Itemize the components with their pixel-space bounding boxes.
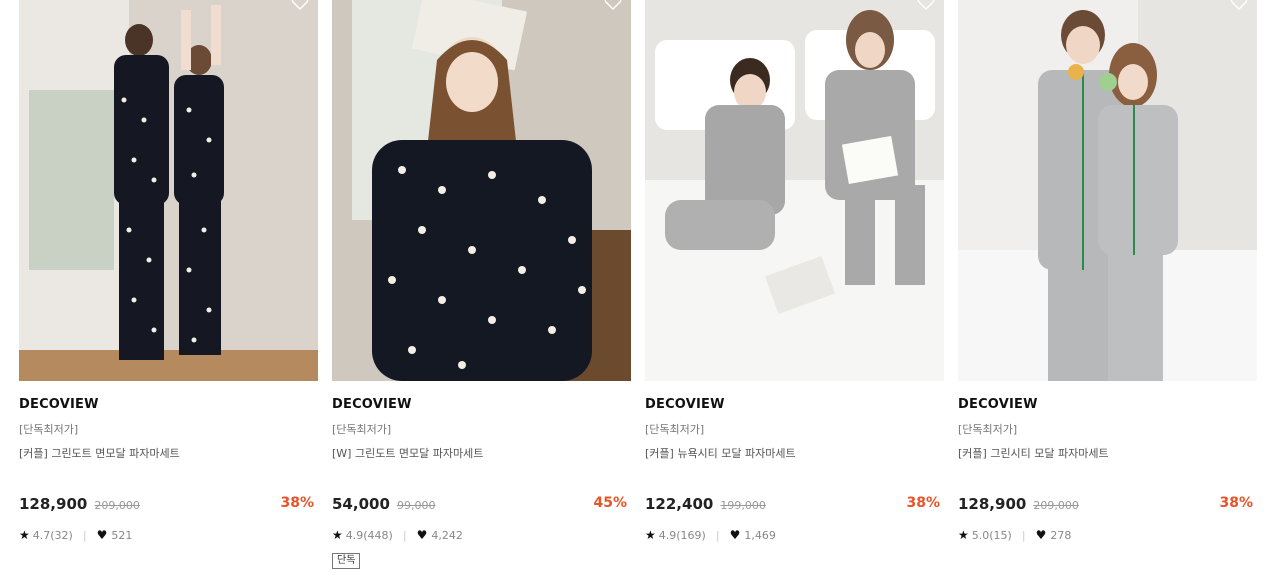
- wishlist-heart-icon[interactable]: [1229, 0, 1249, 12]
- price-row: 122,400 199,000 38%: [645, 494, 944, 514]
- product-tag: [단독최저가]: [958, 423, 1018, 436]
- likes-count: 4,242: [431, 528, 463, 542]
- product-image[interactable]: [332, 0, 631, 381]
- price-row: 54,000 99,000 45%: [332, 494, 631, 514]
- star-icon: ★: [19, 528, 30, 542]
- discount-rate: 38%: [1219, 495, 1253, 511]
- sale-price: 54,000: [332, 495, 390, 513]
- product-image[interactable]: [19, 0, 318, 381]
- divider: |: [82, 528, 87, 542]
- product-name[interactable]: [커플] 뉴욕시티 모달 파자마세트: [645, 445, 944, 461]
- product-card[interactable]: DECOVIEW [단독최저가] [커플] 그린시티 모달 파자마세트 128,…: [958, 0, 1257, 543]
- likes-count: 521: [111, 528, 133, 542]
- product-name[interactable]: [커플] 그린시티 모달 파자마세트: [958, 445, 1257, 461]
- divider: |: [715, 528, 720, 542]
- sale-price: 122,400: [645, 495, 714, 513]
- product-card[interactable]: DECOVIEW [단독최저가] [커플] 그린도트 면모달 파자마세트 128…: [19, 0, 318, 543]
- star-icon: ★: [645, 528, 656, 542]
- product-name[interactable]: [W] 그린도트 면모달 파자마세트: [332, 445, 631, 461]
- likes-count: 278: [1050, 528, 1072, 542]
- product-brand[interactable]: DECOVIEW: [332, 397, 631, 415]
- original-price: 99,000: [396, 499, 436, 512]
- rating-value: 4.9(169): [658, 528, 706, 542]
- sale-price: 128,900: [19, 495, 88, 513]
- product-grid: DECOVIEW [단독최저가] [커플] 그린도트 면모달 파자마세트 128…: [0, 0, 1271, 575]
- star-icon: ★: [958, 528, 969, 542]
- heart-icon: ♥: [729, 528, 741, 542]
- product-brand[interactable]: DECOVIEW: [958, 397, 1257, 415]
- product-image[interactable]: [958, 0, 1257, 381]
- product-tag: [단독최저가]: [645, 423, 705, 436]
- product-card[interactable]: DECOVIEW [단독최저가] [커플] 뉴욕시티 모달 파자마세트 122,…: [645, 0, 944, 543]
- likes-count: 1,469: [744, 528, 776, 542]
- heart-icon: ♥: [1035, 528, 1047, 542]
- product-stats: ★ 4.9(169) | ♥ 1,469: [645, 527, 944, 543]
- product-stats: ★ 4.9(448) | ♥ 4,242: [332, 527, 631, 543]
- heart-icon: ♥: [416, 528, 428, 542]
- price-row: 128,900 209,000 38%: [19, 494, 318, 514]
- product-tag: [단독최저가]: [19, 423, 79, 436]
- exclusive-badge: 단독: [332, 553, 361, 569]
- wishlist-heart-icon[interactable]: [603, 0, 623, 12]
- divider: |: [1021, 528, 1026, 542]
- product-brand[interactable]: DECOVIEW: [645, 397, 944, 415]
- product-stats: ★ 4.7(32) | ♥ 521: [19, 527, 318, 543]
- original-price: 199,000: [720, 499, 766, 512]
- rating-value: 4.9(448): [345, 528, 393, 542]
- product-brand[interactable]: DECOVIEW: [19, 397, 318, 415]
- product-card[interactable]: DECOVIEW [단독최저가] [W] 그린도트 면모달 파자마세트 54,0…: [332, 0, 631, 569]
- heart-icon: ♥: [96, 528, 108, 542]
- rating-value: 5.0(15): [971, 528, 1012, 542]
- price-row: 128,900 209,000 38%: [958, 494, 1257, 514]
- wishlist-heart-icon[interactable]: [916, 0, 936, 12]
- original-price: 209,000: [1033, 499, 1079, 512]
- original-price: 209,000: [94, 499, 140, 512]
- discount-rate: 45%: [593, 495, 627, 511]
- discount-rate: 38%: [280, 495, 314, 511]
- discount-rate: 38%: [906, 495, 940, 511]
- divider: |: [402, 528, 407, 542]
- sale-price: 128,900: [958, 495, 1027, 513]
- product-image[interactable]: [645, 0, 944, 381]
- product-name[interactable]: [커플] 그린도트 면모달 파자마세트: [19, 445, 318, 461]
- wishlist-heart-icon[interactable]: [290, 0, 310, 12]
- product-tag: [단독최저가]: [332, 423, 392, 436]
- product-stats: ★ 5.0(15) | ♥ 278: [958, 527, 1257, 543]
- rating-value: 4.7(32): [32, 528, 73, 542]
- star-icon: ★: [332, 528, 343, 542]
